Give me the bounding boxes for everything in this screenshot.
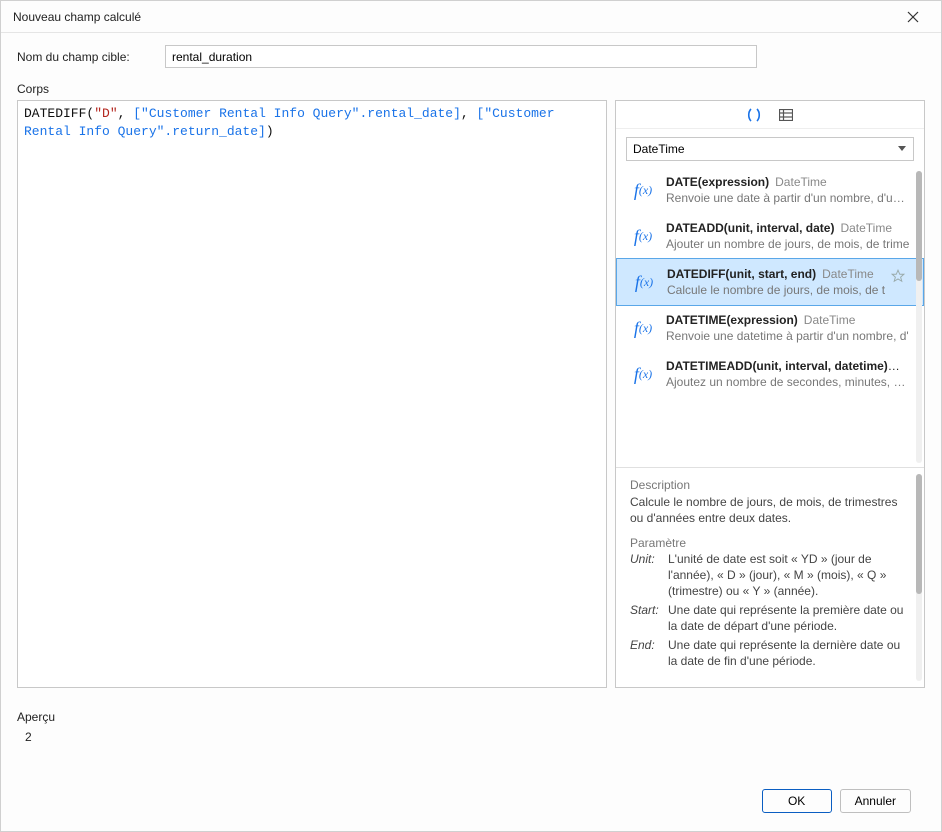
param-row-unit: Unit: L'unité de date est soit « YD » (j… xyxy=(630,552,910,599)
function-category: DateTime xyxy=(775,175,827,189)
param-row-end: End: Une date qui représente la dernière… xyxy=(630,638,910,669)
description-pane: Description Calcule le nombre de jours, … xyxy=(616,467,924,687)
parameters-heading: Paramètre xyxy=(630,536,910,550)
fx-icon: f(x) xyxy=(628,175,658,205)
preview-section: Aperçu 2 xyxy=(17,710,925,744)
param-text: Une date qui représente la dernière date… xyxy=(668,638,910,669)
preview-label: Aperçu xyxy=(17,710,925,724)
target-field-input[interactable] xyxy=(165,45,757,68)
dialog-window: Nouveau champ calculé Nom du champ cible… xyxy=(0,0,942,832)
token-string-literal: "D" xyxy=(94,106,117,121)
function-description-short: Calcule le nombre de jours, de mois, de … xyxy=(667,283,909,297)
fx-icon: f(x) xyxy=(628,313,658,343)
fx-icon: f(x) xyxy=(628,221,658,251)
scrollbar-thumb[interactable] xyxy=(916,171,922,281)
expression-editor[interactable]: DATEDIFF("D", ["Customer Rental Info Que… xyxy=(17,100,607,688)
category-dropdown-wrap: DateTime xyxy=(626,137,914,161)
function-signature: DATETIME(expression) xyxy=(666,313,798,327)
category-dropdown[interactable]: DateTime xyxy=(626,137,914,161)
token-function: DATEDIFF xyxy=(24,106,86,121)
description-heading: Description xyxy=(630,478,910,492)
close-icon xyxy=(907,11,919,23)
function-category: DateTime xyxy=(840,221,892,235)
preview-value: 2 xyxy=(17,730,925,744)
param-row-start: Start: Une date qui représente la premiè… xyxy=(630,603,910,634)
function-item-datetime[interactable]: f(x) DATETIME(expression) DateTime Renvoi… xyxy=(616,305,924,351)
token-field-ref: ["Customer Rental Info Query".rental_dat… xyxy=(133,106,461,121)
param-name: Start: xyxy=(630,603,668,634)
dialog-title: Nouveau champ calculé xyxy=(13,10,893,24)
function-category: DateTime xyxy=(804,313,856,327)
parentheses-icon xyxy=(746,108,762,122)
function-description-short: Ajoutez un nombre de secondes, minutes, … xyxy=(666,375,910,389)
param-name: Unit: xyxy=(630,552,668,599)
titlebar: Nouveau champ calculé xyxy=(1,1,941,33)
function-description-short: Renvoie une datetime à partir d'un nombr… xyxy=(666,329,910,343)
param-name: End: xyxy=(630,638,668,669)
function-signature: DATE(expression) xyxy=(666,175,769,189)
panel-tab-bar xyxy=(616,101,924,129)
function-item-datetimeadd[interactable]: f(x) DATETIMEADD(unit, interval, datetim… xyxy=(616,351,924,397)
token-comma: , xyxy=(461,106,477,121)
function-list[interactable]: f(x) DATE(expression) DateTime Renvoie un… xyxy=(616,167,924,467)
fx-icon: f(x) xyxy=(628,359,658,389)
function-description-short: Renvoie une date à partir d'un nombre, d… xyxy=(666,191,910,205)
function-signature: DATEADD(unit, interval, date) xyxy=(666,221,834,235)
function-item-dateadd[interactable]: f(x) DATEADD(unit, interval, date) DateTi… xyxy=(616,213,924,259)
param-text: Une date qui représente la première date… xyxy=(668,603,910,634)
target-field-row: Nom du champ cible: xyxy=(17,45,925,68)
function-category: DateTime xyxy=(822,267,874,281)
tab-functions[interactable] xyxy=(743,105,765,125)
target-field-label: Nom du champ cible: xyxy=(17,50,165,64)
description-text: Calcule le nombre de jours, de mois, de … xyxy=(630,494,910,526)
token-close-paren: ) xyxy=(266,124,274,139)
function-item-date[interactable]: f(x) DATE(expression) DateTime Renvoie un… xyxy=(616,167,924,213)
param-text: L'unité de date est soit « YD » (jour de… xyxy=(668,552,910,599)
ok-button[interactable]: OK xyxy=(762,789,832,813)
favorite-star-icon[interactable] xyxy=(891,269,905,286)
dialog-footer: OK Annuler xyxy=(17,781,925,821)
function-description-short: Ajouter un nombre de jours, de mois, de … xyxy=(666,237,910,251)
function-item-datediff[interactable]: f(x) DATEDIFF(unit, start, end)DateTime … xyxy=(616,258,924,306)
token-comma: , xyxy=(118,106,134,121)
cancel-button[interactable]: Annuler xyxy=(840,789,911,813)
main-row: DATEDIFF("D", ["Customer Rental Info Que… xyxy=(17,100,925,688)
close-button[interactable] xyxy=(893,2,933,32)
function-panel: DateTime f(x) DATE(expression) DateTime R… xyxy=(615,100,925,688)
scrollbar-thumb[interactable] xyxy=(916,474,922,594)
function-signature: DATEDIFF(unit, start, end) xyxy=(667,267,816,281)
grid-icon xyxy=(779,109,793,121)
function-signature: DATETIMEADD(unit, interval, datetime) xyxy=(666,359,900,373)
tab-fields[interactable] xyxy=(775,105,797,125)
dialog-content: Nom du champ cible: Corps DATEDIFF("D", … xyxy=(1,33,941,831)
fx-icon: f(x) xyxy=(629,267,659,297)
body-label: Corps xyxy=(17,82,925,96)
